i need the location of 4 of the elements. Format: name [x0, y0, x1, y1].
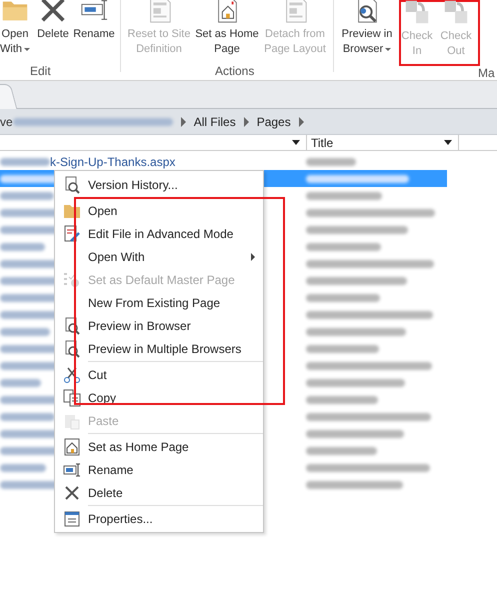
group-label: Actions [215, 64, 254, 78]
group-label: Ma [478, 66, 495, 80]
file-name: k-Sign-Up-Thanks.aspx [50, 154, 176, 168]
group-label: Edit [30, 64, 51, 78]
